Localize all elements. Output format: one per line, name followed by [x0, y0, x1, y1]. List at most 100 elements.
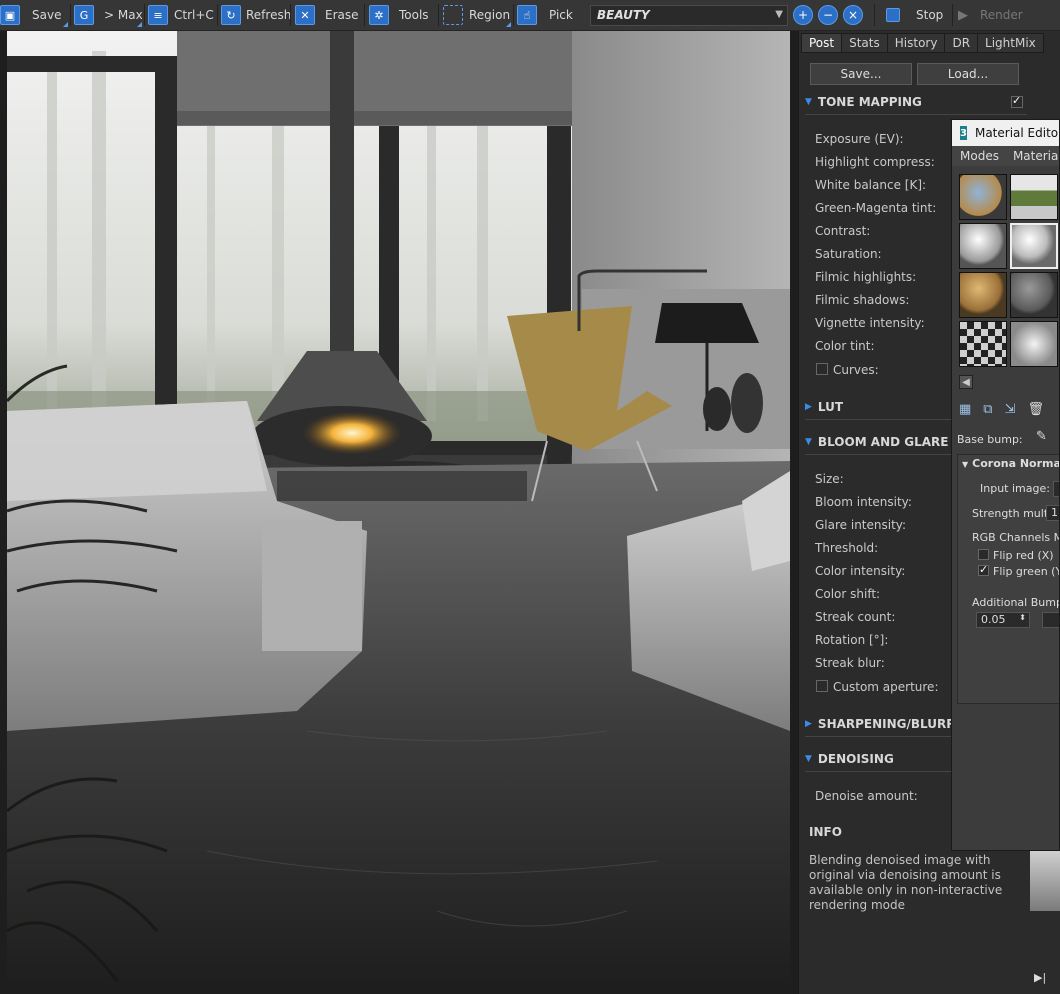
- 3dsmax-icon: 3: [960, 126, 967, 140]
- pick-button[interactable]: ☝ Pick: [517, 4, 573, 26]
- base-bump-label: Base bump:: [957, 433, 1023, 446]
- collapse-triangle-icon: ▼: [805, 437, 812, 447]
- flip-green-label: Flip green (Y): [993, 565, 1060, 578]
- max-icon: G: [74, 5, 94, 25]
- material-editor-tools: ▦ ⧉ ⇲ 🗑: [959, 402, 1044, 422]
- to-max-button[interactable]: G > Max: [74, 4, 143, 26]
- chevron-left-icon[interactable]: ◀: [959, 375, 973, 389]
- input-image-map-button[interactable]: [1053, 481, 1059, 497]
- tone-mapping-enable-checkbox[interactable]: [1011, 94, 1023, 108]
- collapse-triangle-icon: ▼: [805, 97, 812, 107]
- additional-bump-input[interactable]: 0.05 ⬍: [976, 612, 1030, 628]
- curves-checkbox[interactable]: [816, 363, 828, 375]
- strength-mult-input[interactable]: 1: [1046, 505, 1059, 521]
- spinner-icon[interactable]: ⬍: [1019, 613, 1026, 622]
- zoom-out-button[interactable]: −: [818, 5, 838, 25]
- white-balance-label: White balance [K]:: [815, 178, 927, 192]
- color-shift-label: Color shift:: [815, 587, 881, 601]
- vfb-toolbar: ▣ Save G > Max ≡ Ctrl+C ↻ Refresh ✕ Eras…: [0, 0, 1060, 31]
- save-dropdown-indicator[interactable]: [63, 22, 68, 27]
- contrast-label: Contrast:: [815, 224, 871, 238]
- delete-icon[interactable]: 🗑: [1028, 402, 1045, 422]
- panel-tabs: Post Stats History DR LightMix: [801, 33, 1044, 53]
- stop-icon: [886, 8, 900, 22]
- gear-icon: ✲: [369, 5, 389, 25]
- chevron-down-icon: ▼: [775, 9, 783, 20]
- rollout-title[interactable]: ▼ Corona Normal: [962, 457, 1059, 470]
- eyedropper-icon[interactable]: ✎: [1036, 429, 1047, 444]
- save-button[interactable]: ▣ Save: [0, 4, 61, 26]
- refresh-button[interactable]: ↻ Refresh: [221, 4, 291, 26]
- skip-end-icon[interactable]: ▶|: [1034, 971, 1046, 984]
- menu-modes[interactable]: Modes: [960, 149, 999, 163]
- tab-history[interactable]: History: [886, 33, 946, 53]
- strength-mult-label: Strength mult:: [972, 507, 1052, 520]
- streak-count-label: Streak count:: [815, 610, 896, 624]
- flip-red-label: Flip red (X): [993, 549, 1054, 562]
- material-slot-selected[interactable]: [1010, 223, 1058, 269]
- stop-button[interactable]: Stop: [886, 4, 943, 26]
- material-slot[interactable]: [1010, 174, 1058, 220]
- input-image-label: Input image:: [980, 482, 1050, 495]
- additional-bump-label: Additional Bump Map: [972, 596, 1060, 609]
- rendered-image: [7, 31, 790, 987]
- flip-red-checkbox[interactable]: [978, 549, 989, 560]
- region-dropdown-indicator[interactable]: [506, 22, 511, 27]
- filmic-shadows-label: Filmic shadows:: [815, 293, 910, 307]
- material-slot[interactable]: [959, 321, 1007, 367]
- material-editor-titlebar[interactable]: 3 Material Editor: [952, 120, 1059, 146]
- load-settings-button[interactable]: Load...: [917, 63, 1019, 85]
- material-slot[interactable]: [959, 272, 1007, 318]
- zoom-fit-button[interactable]: ×: [843, 5, 863, 25]
- material-editor-window[interactable]: 3 Material Editor Modes Material ◀ ▦ ⧉ ⇲…: [951, 119, 1060, 851]
- to-max-dropdown-indicator[interactable]: [137, 22, 142, 27]
- menu-material[interactable]: Material: [1013, 149, 1059, 163]
- save-settings-button[interactable]: Save...: [810, 63, 912, 85]
- section-tone-mapping[interactable]: ▼ TONE MAPPING: [805, 92, 922, 112]
- get-material-icon[interactable]: ▦: [959, 402, 971, 422]
- erase-button[interactable]: ✕ Erase: [295, 4, 359, 26]
- color-tint-label: Color tint:: [815, 339, 875, 353]
- tab-lightmix[interactable]: LightMix: [977, 33, 1044, 53]
- render-pass-select[interactable]: BEAUTY ▼: [590, 5, 788, 26]
- flip-green-checkbox[interactable]: [978, 563, 989, 576]
- custom-aperture-checkbox[interactable]: [816, 680, 828, 692]
- collapse-triangle-icon: ▼: [962, 460, 969, 469]
- background-window-edge: ▶|: [1030, 851, 1060, 994]
- size-label: Size:: [815, 472, 844, 486]
- expand-triangle-icon: ▶: [805, 402, 812, 412]
- region-icon: [443, 5, 463, 25]
- zoom-in-icon: +: [797, 8, 809, 22]
- tools-button[interactable]: ✲ Tools: [369, 4, 429, 26]
- additional-bump-map-button[interactable]: [1042, 612, 1059, 628]
- material-slot[interactable]: [959, 223, 1007, 269]
- glare-intensity-label: Glare intensity:: [815, 518, 907, 532]
- region-button[interactable]: Region: [443, 4, 510, 26]
- tab-stats[interactable]: Stats: [841, 33, 888, 53]
- zoom-in-button[interactable]: +: [793, 5, 813, 25]
- put-to-scene-icon[interactable]: ⧉: [983, 402, 992, 422]
- tab-dr[interactable]: DR: [944, 33, 979, 53]
- refresh-icon: ↻: [221, 5, 241, 25]
- highlight-compress-label: Highlight compress:: [815, 155, 935, 169]
- section-lut[interactable]: ▶ LUT: [805, 397, 843, 417]
- hand-pointer-icon: ☝: [517, 5, 537, 25]
- tab-post[interactable]: Post: [801, 33, 843, 53]
- corona-normal-rollout: ▼ Corona Normal Input image: Strength mul…: [957, 454, 1060, 704]
- render-button[interactable]: ▶ Render: [958, 4, 1023, 26]
- material-slot[interactable]: [959, 174, 1007, 220]
- render-viewport[interactable]: [7, 31, 790, 987]
- custom-aperture-label: Custom aperture:: [833, 680, 939, 694]
- material-slot[interactable]: [1010, 321, 1058, 367]
- vignette-intensity-label: Vignette intensity:: [815, 316, 925, 330]
- copy-button[interactable]: ≡ Ctrl+C: [148, 4, 214, 26]
- play-icon: ▶: [958, 7, 968, 23]
- assign-material-icon[interactable]: ⇲: [1005, 402, 1016, 422]
- zoom-out-icon: −: [822, 8, 834, 22]
- section-bloom-glare[interactable]: ▼ BLOOM AND GLARE: [805, 432, 949, 452]
- color-intensity-label: Color intensity:: [815, 564, 906, 578]
- expand-triangle-icon: ▶: [805, 719, 812, 729]
- info-text: Blending denoised image with original vi…: [809, 853, 1003, 912]
- material-slot[interactable]: [1010, 272, 1058, 318]
- section-denoising[interactable]: ▼ DENOISING: [805, 749, 894, 769]
